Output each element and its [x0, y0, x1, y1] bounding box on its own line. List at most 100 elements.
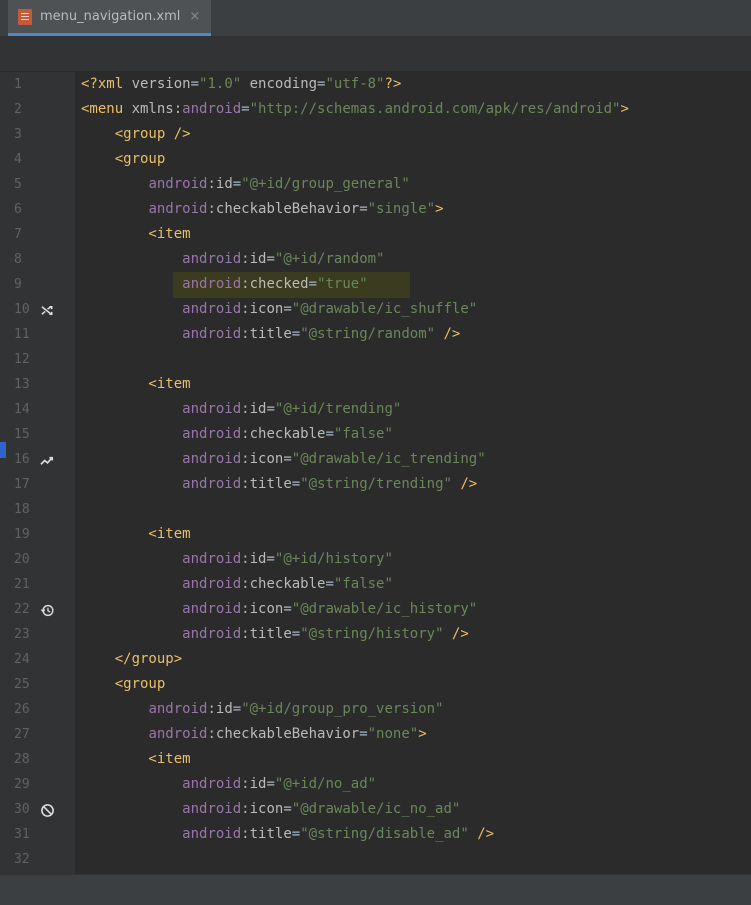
line-number: 27 [14, 727, 30, 742]
code-line: android:title="@string/disable_ad" /> [81, 822, 494, 847]
gutter-row: 3 [0, 122, 75, 147]
code-text: = [232, 701, 242, 717]
line-number: 11 [14, 327, 30, 342]
bottom-bar [0, 874, 751, 905]
code-line: android:id="@+id/trending" [81, 397, 401, 422]
line-number: 19 [14, 527, 30, 542]
trending-icon[interactable] [40, 452, 55, 467]
code-text: : [207, 201, 216, 217]
line-number: 23 [14, 627, 30, 642]
attribute-value: "@string/trending" [300, 476, 452, 492]
gutter-row: 22 [0, 597, 75, 622]
xml-file-icon [18, 8, 32, 25]
attribute-name: title [249, 826, 292, 842]
gutter-row: 1 [0, 72, 75, 97]
xml-tag: <?xml [81, 76, 132, 92]
gutter-row: 17 [0, 472, 75, 497]
code-editor[interactable]: <?xml version="1.0" encoding="utf-8"?> <m… [75, 72, 751, 874]
line-number: 20 [14, 552, 30, 567]
xml-tag: <group /> [81, 126, 191, 142]
attribute-value: "@drawable/ic_history" [291, 601, 478, 617]
line-number: 6 [14, 202, 22, 217]
attribute-value: "http://schemas.android.com/apk/res/andr… [249, 101, 621, 117]
gutter-row: 16 [0, 447, 75, 472]
attribute-value: "@+id/group_general" [241, 176, 410, 192]
xml-tag: /> [451, 476, 478, 492]
close-tab-icon[interactable]: × [189, 9, 200, 24]
history-icon[interactable] [40, 602, 55, 617]
xml-tag: /> [468, 826, 495, 842]
code-text: = [283, 451, 292, 467]
code-line: android:icon="@drawable/ic_no_ad" [81, 797, 460, 822]
code-text: : [241, 551, 250, 567]
code-text: : [241, 576, 250, 592]
gutter-row: 27 [0, 722, 75, 747]
code-text: : [241, 426, 250, 442]
code-line: android:title="@string/random" /> [81, 322, 460, 347]
line-number: 16 [14, 452, 30, 467]
attribute-name: checkable [249, 426, 326, 442]
attribute-value: "false" [333, 576, 393, 592]
namespace-prefix: android [182, 101, 242, 117]
code-line: <?xml version="1.0" encoding="utf-8"?> [81, 72, 401, 97]
code-line: android:checkableBehavior="single"> [81, 197, 444, 222]
breadcrumb-bar [0, 37, 751, 72]
attribute-name: title [249, 326, 292, 342]
xml-tag: <item [81, 751, 191, 767]
gutter-row: 6 [0, 197, 75, 222]
gutter-row: 9 [0, 272, 75, 297]
code-text: = [291, 826, 301, 842]
namespace-prefix: android [182, 626, 242, 642]
namespace-prefix: android [182, 451, 242, 467]
line-number: 15 [14, 427, 30, 442]
code-text: = [190, 76, 200, 92]
code-text: = [359, 726, 368, 742]
code-line: android:title="@string/trending" /> [81, 472, 477, 497]
code-text: : [241, 626, 250, 642]
no-ad-icon[interactable] [40, 802, 55, 817]
xml-tag: <menu [81, 101, 132, 117]
namespace-prefix: android [182, 326, 242, 342]
namespace-prefix: android [148, 176, 208, 192]
line-number: 3 [14, 127, 22, 142]
attribute-name: checkable [249, 576, 326, 592]
namespace-prefix: android [182, 401, 242, 417]
attribute-name: icon [249, 451, 284, 467]
code-text: = [266, 401, 275, 417]
shuffle-icon[interactable] [40, 302, 55, 317]
file-tab[interactable]: menu_navigation.xml × [8, 0, 211, 36]
line-number: 13 [14, 377, 30, 392]
attribute-name: icon [249, 801, 284, 817]
attribute-name: version [131, 76, 191, 92]
attribute-name: checkableBehavior [215, 726, 360, 742]
attribute-name: icon [249, 601, 284, 617]
gutter-row: 26 [0, 697, 75, 722]
gutter-row: 21 [0, 572, 75, 597]
code-line: </group> [81, 647, 182, 672]
attribute-value: "@+id/group_pro_version" [241, 701, 444, 717]
namespace-prefix: android [182, 251, 242, 267]
attribute-value: "false" [333, 426, 393, 442]
line-number: 30 [14, 802, 30, 817]
xml-tag: > [418, 726, 427, 742]
code-text: : [207, 726, 216, 742]
editor-tab-bar: menu_navigation.xml × [0, 0, 751, 37]
xml-tag: > [435, 201, 444, 217]
code-text: : [241, 276, 250, 292]
code-line: android:icon="@drawable/ic_trending" [81, 447, 485, 472]
code-line: android:id="@+id/no_ad" [81, 772, 376, 797]
code-line: <item [81, 372, 190, 397]
xml-tag: <group [81, 151, 166, 167]
gutter-row: 12 [0, 347, 75, 372]
code-line: <group [81, 672, 166, 697]
gutter-row: 5 [0, 172, 75, 197]
line-number: 29 [14, 777, 30, 792]
code-text: : [207, 701, 216, 717]
